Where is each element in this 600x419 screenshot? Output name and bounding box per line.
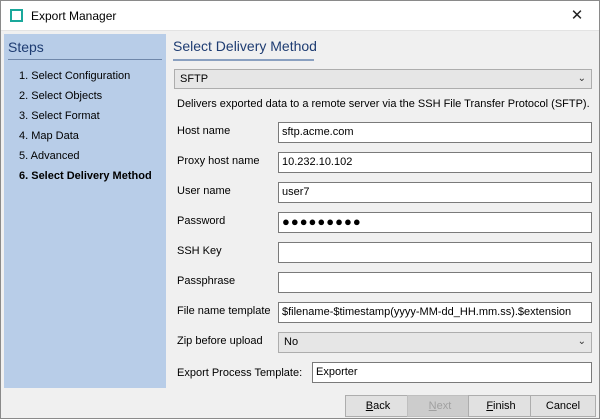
- step-select-delivery-method[interactable]: 6. Select Delivery Method: [19, 168, 152, 188]
- ssh-key-input[interactable]: [278, 242, 592, 263]
- app-icon: [10, 9, 23, 22]
- button-bar: Back Next Finish Cancel: [1, 388, 599, 418]
- step-advanced[interactable]: 5. Advanced: [19, 148, 152, 168]
- password-label: Password: [177, 215, 226, 227]
- file-name-template-label: File name template: [177, 305, 271, 317]
- passphrase-label: Passphrase: [177, 275, 236, 287]
- page-title: Select Delivery Method: [173, 38, 317, 54]
- export-process-template-label: Export Process Template:: [177, 367, 303, 379]
- host-name-label: Host name: [177, 125, 231, 137]
- host-name-input[interactable]: sftp.acme.com: [278, 122, 592, 143]
- title-bar: Export Manager ✕: [1, 1, 599, 31]
- export-process-template-input[interactable]: Exporter: [312, 362, 592, 383]
- chevron-down-icon: ⌄: [577, 73, 586, 84]
- step-select-format[interactable]: 3. Select Format: [19, 108, 152, 128]
- close-button[interactable]: ✕: [555, 1, 599, 30]
- zip-before-upload-value: No: [284, 336, 299, 348]
- step-select-objects[interactable]: 2. Select Objects: [19, 88, 152, 108]
- steps-list: 1. Select Configuration 2. Select Object…: [19, 68, 152, 188]
- user-name-label: User name: [177, 185, 231, 197]
- close-icon: ✕: [570, 7, 584, 24]
- proxy-host-name-label: Proxy host name: [177, 155, 260, 167]
- title-underline: [173, 59, 314, 61]
- zip-before-upload-label: Zip before upload: [177, 335, 263, 347]
- finish-button[interactable]: Finish: [468, 395, 534, 417]
- method-description: Delivers exported data to a remote serve…: [177, 98, 590, 110]
- delivery-method-select[interactable]: SFTP ⌄: [174, 69, 592, 89]
- user-name-input[interactable]: user7: [278, 182, 592, 203]
- delivery-method-value: SFTP: [180, 73, 209, 85]
- ssh-key-label: SSH Key: [177, 245, 222, 257]
- next-button[interactable]: Next: [407, 395, 473, 417]
- steps-sidebar: Steps 1. Select Configuration 2. Select …: [4, 34, 166, 388]
- sidebar-title: Steps: [8, 39, 44, 55]
- window-title: Export Manager: [31, 9, 117, 23]
- step-map-data[interactable]: 4. Map Data: [19, 128, 152, 148]
- proxy-host-name-input[interactable]: 10.232.10.102: [278, 152, 592, 173]
- cancel-button[interactable]: Cancel: [530, 395, 596, 417]
- zip-before-upload-select[interactable]: No ⌄: [278, 332, 592, 353]
- password-input[interactable]: ●●●●●●●●●: [278, 212, 592, 233]
- main-panel: Select Delivery Method SFTP ⌄ Delivers e…: [167, 34, 599, 388]
- export-manager-window: Export Manager ✕ Steps 1. Select Configu…: [0, 0, 600, 419]
- step-select-configuration[interactable]: 1. Select Configuration: [19, 68, 152, 88]
- sidebar-divider: [8, 59, 162, 60]
- chevron-down-icon: ⌄: [577, 336, 586, 347]
- passphrase-input[interactable]: [278, 272, 592, 293]
- back-button[interactable]: Back: [345, 395, 411, 417]
- file-name-template-input[interactable]: $filename-$timestamp(yyyy-MM-dd_HH.mm.ss…: [278, 302, 592, 323]
